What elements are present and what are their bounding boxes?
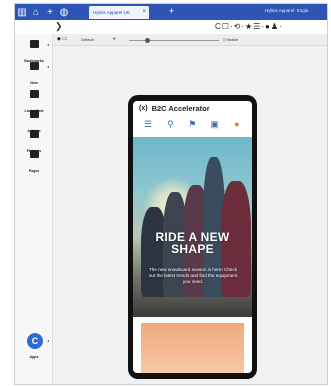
toolbar: ❯ C☐·⟲·★☰·●♟· [15,20,327,34]
zoom-slider[interactable] [129,40,219,41]
pictures-icon [29,130,39,138]
hero-banner[interactable]: RIDE A NEW SHAPE The new snowboard seaso… [133,137,252,317]
cart-icon[interactable]: ● [231,118,243,130]
bookmark-icon [29,40,39,48]
launcher-button[interactable]: C [27,333,43,349]
brand-name[interactable]: B2C Accelerator [152,104,210,113]
menu-icon[interactable]: ☰ [142,118,154,130]
site-header: (x) B2C Accelerator [133,101,252,115]
sidebar-item-label: New [30,81,38,85]
globe-icon[interactable]: ◍ [57,4,71,20]
zoom-slider-handle[interactable] [145,38,150,43]
add-icon[interactable]: + [43,4,57,20]
hero-text: The new snowboard season is here! Check … [148,267,238,284]
sidebar-item-label: Apps [29,355,39,359]
hero-title-line: SHAPE [171,242,214,256]
sidebar: Bookmarks ◂ New ◂ Last edited Articles P… [15,34,53,384]
chevron-right-icon[interactable]: ❯ [55,21,63,32]
store-icon[interactable]: ▣ [209,118,221,130]
chevron-down-icon[interactable]: ▾ [113,36,115,42]
sidebar-item-new[interactable]: New ◂ [15,62,53,89]
brand-logo[interactable]: (x) [139,105,148,112]
tab-title: Hybris Apparel UK [93,10,130,15]
new-icon [29,62,39,70]
mobile-toggle[interactable]: ▯ Mobile [223,37,238,42]
promo-image[interactable] [141,323,244,373]
preview-canvas: (x) B2C Accelerator ☰ ⚲ ⚑ ▣ ● RIDE A NEW… [53,46,327,384]
caret-icon: ◂ [46,64,49,69]
articles-icon [29,110,39,118]
new-tab-button[interactable]: + [169,6,174,16]
site-selector[interactable]: Hybris Apparel: Engla [265,8,308,13]
site-nav: ☰ ⚲ ⚑ ▣ ● [133,116,252,132]
close-icon[interactable]: × [142,9,146,15]
device-select[interactable]: Default [81,37,94,42]
toolbar-actions[interactable]: C☐·⟲·★☰·●♟· [215,22,283,31]
viewport-toolbar: ◆ ▭ Default ▾ ▯ Mobile [53,34,327,46]
hero-title: RIDE A NEW SHAPE [133,231,252,255]
tab-hybris-apparel[interactable]: Hybris Apparel UK × [89,6,149,19]
history-icon [29,90,39,98]
view-mode-icons[interactable]: ◆ ▭ [57,36,67,42]
sidebar-item-label: Pages [28,169,40,173]
pages-icon [29,150,39,158]
sidebar-item-pages[interactable]: Pages [15,150,53,177]
search-icon[interactable]: ⚲ [164,118,176,130]
home-icon[interactable]: ⌂ [29,4,43,20]
folder-icon[interactable]: ▥ [15,4,29,20]
location-icon[interactable]: ⚑ [186,118,198,130]
phone-frame: (x) B2C Accelerator ☰ ⚲ ⚑ ▣ ● RIDE A NEW… [128,95,257,379]
caret-icon: ◂ [46,338,49,343]
phone-screen: (x) B2C Accelerator ☰ ⚲ ⚑ ▣ ● RIDE A NEW… [133,101,252,373]
caret-icon: ◂ [46,42,49,47]
browser-window: ▥ ⌂ + ◍ Hybris Apparel UK × + Hybris App… [14,3,328,385]
